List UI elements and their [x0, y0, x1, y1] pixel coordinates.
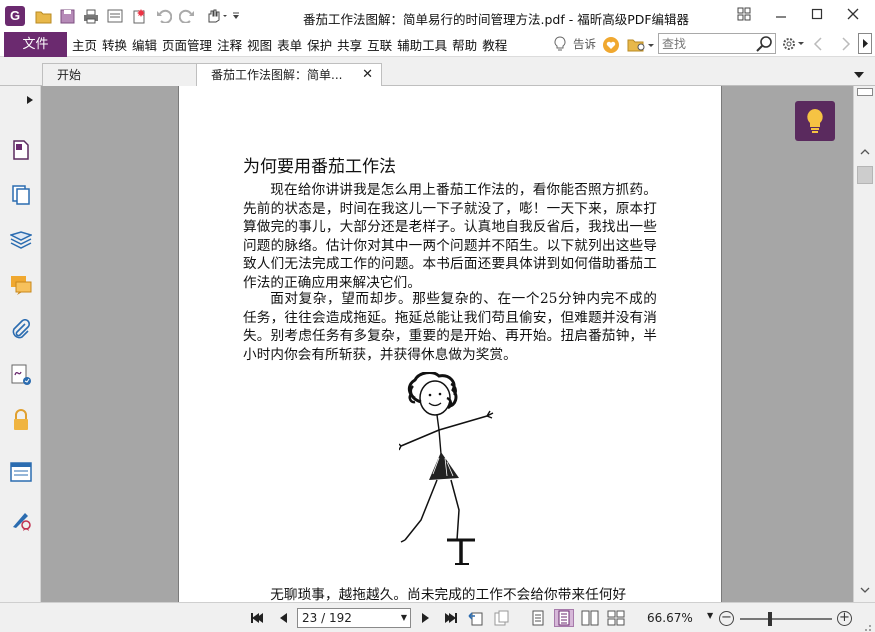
menu-connect[interactable]: 互联 — [367, 35, 392, 54]
paragraph-1: 现在给你讲讲我是怎么用上番茄工作法的，看你能否照方抓药。先前的状态是，时间在我这… — [243, 182, 657, 291]
form-fields-icon[interactable] — [9, 460, 33, 484]
page-number-value: 23 / 192 — [302, 611, 352, 625]
ribbon-tabs: 主页 转换 编辑 页面管理 注释 视图 表单 保护 共享 互联 辅助工具 帮助 … — [72, 32, 512, 57]
undo-icon[interactable] — [155, 7, 173, 25]
title-bar: G 番茄工作法图解：简单易行的时间管理方法.pdf - 福昕高级PDF编辑器 — [0, 0, 875, 32]
menu-comment[interactable]: 注释 — [217, 35, 242, 54]
close-window-icon[interactable] — [842, 5, 864, 23]
vertical-scrollbar[interactable] — [853, 86, 875, 602]
app-logo[interactable]: G — [5, 6, 25, 26]
feedback-heart-icon[interactable] — [602, 36, 620, 57]
tab-start[interactable]: 开始 — [42, 63, 198, 86]
zoom-level[interactable]: 66.67% — [647, 611, 693, 625]
last-page-icon[interactable] — [443, 610, 459, 626]
first-page-icon[interactable] — [249, 610, 265, 626]
facing-view-icon[interactable] — [580, 609, 600, 627]
menu-view[interactable]: 视图 — [247, 35, 272, 54]
single-page-view-icon[interactable] — [528, 609, 548, 627]
ribbon-display-icon[interactable] — [733, 5, 755, 23]
properties-icon[interactable] — [106, 7, 124, 25]
zoom-out-icon[interactable]: − — [719, 611, 734, 626]
stick-figure-illustration — [399, 372, 494, 565]
menu-tutorial[interactable]: 教程 — [482, 35, 507, 54]
ribbon-scroll-button[interactable] — [858, 33, 872, 54]
maximize-icon[interactable] — [806, 5, 828, 23]
signature-icon[interactable] — [9, 363, 33, 387]
lightbulb-icon — [554, 36, 566, 51]
menu-edit[interactable]: 编辑 — [132, 35, 157, 54]
zoom-slider-track[interactable] — [740, 618, 832, 620]
menu-convert[interactable]: 转换 — [102, 35, 127, 54]
next-view-icon[interactable] — [493, 610, 509, 626]
settings-gear-icon[interactable] — [781, 36, 807, 55]
redo-icon[interactable] — [178, 7, 196, 25]
minimize-icon[interactable] — [770, 5, 792, 23]
previous-view-icon[interactable] — [468, 610, 484, 626]
scrollbar-thumb[interactable] — [857, 166, 873, 184]
nav-prev-arrow-icon[interactable] — [813, 37, 823, 54]
paragraph-3: 无聊琐事，越拖越久。尚未完成的工作不会给你带来任何好 — [270, 587, 627, 602]
scroll-down-arrow-icon[interactable] — [859, 584, 871, 596]
zoom-dropdown-icon[interactable]: ▼ — [707, 611, 713, 620]
page-thumbnail-icon[interactable] — [9, 138, 33, 162]
nav-next-arrow-icon[interactable] — [841, 37, 851, 54]
paragraph-2: 面对复杂，望而却步。那些复杂的、在一个25分钟内完不成的任务，往往会造成拖延。拖… — [243, 291, 657, 363]
file-menu[interactable]: 文件 — [4, 32, 67, 57]
tab-document-label: 番茄工作法图解：简单... — [211, 68, 343, 82]
pages-icon[interactable] — [9, 183, 33, 207]
hand-tool-icon[interactable] — [203, 7, 229, 25]
open-folder-icon[interactable] — [34, 7, 52, 25]
customize-toolbar-icon[interactable] — [231, 7, 241, 25]
attachments-icon[interactable] — [9, 318, 33, 342]
next-page-icon[interactable] — [418, 610, 434, 626]
menu-home[interactable]: 主页 — [72, 35, 97, 54]
save-icon[interactable] — [58, 7, 76, 25]
find-folder-icon[interactable] — [627, 36, 655, 57]
zoom-slider-thumb[interactable] — [768, 612, 773, 626]
window-title: 番茄工作法图解：简单易行的时间管理方法.pdf - 福昕高级PDF编辑器 — [303, 12, 690, 27]
resize-grip-icon[interactable] — [862, 621, 872, 632]
lightbulb-icon — [807, 109, 823, 133]
new-document-icon[interactable] — [130, 7, 148, 25]
previous-page-icon[interactable] — [275, 610, 291, 626]
document-tab-bar: 开始 番茄工作法图解：简单... ✕ — [0, 57, 875, 86]
tab-list-dropdown-icon[interactable] — [853, 68, 865, 82]
page-number-field[interactable]: 23 / 192 ▼ — [297, 608, 411, 628]
tab-start-label: 开始 — [57, 68, 82, 82]
tab-document[interactable]: 番茄工作法图解：简单... ✕ — [196, 63, 382, 86]
layers-icon[interactable] — [9, 229, 33, 253]
menu-share[interactable]: 共享 — [337, 35, 362, 54]
search-box — [658, 33, 776, 54]
zoom-in-icon[interactable]: + — [837, 611, 852, 626]
split-view-handle[interactable] — [857, 88, 873, 96]
navigation-panel — [0, 86, 41, 602]
continuous-facing-view-icon[interactable] — [606, 609, 626, 627]
document-view[interactable]: 为何要用番茄工作法 现在给你讲讲我是怎么用上番茄工作法的，看你能否照方抓药。先前… — [41, 86, 853, 602]
menu-form[interactable]: 表单 — [277, 35, 302, 54]
close-tab-icon[interactable]: ✕ — [362, 64, 373, 86]
status-bar: 23 / 192 ▼ 66.67% ▼ − + — [0, 602, 875, 632]
expand-panel-icon[interactable] — [26, 94, 34, 108]
scroll-up-arrow-icon[interactable] — [859, 146, 871, 158]
menu-organize[interactable]: 页面管理 — [162, 35, 212, 54]
print-icon[interactable] — [82, 7, 100, 25]
tell-me[interactable]: 告诉 — [553, 36, 596, 52]
comments-icon[interactable] — [9, 273, 33, 297]
tell-me-label: 告诉 — [573, 37, 596, 51]
continuous-view-icon[interactable] — [554, 609, 574, 627]
menu-accessibility[interactable]: 辅助工具 — [397, 35, 447, 54]
page-heading: 为何要用番茄工作法 — [243, 157, 396, 177]
security-lock-icon[interactable] — [9, 408, 33, 432]
menu-protect[interactable]: 保护 — [307, 35, 332, 54]
tips-lightbulb-button[interactable] — [795, 101, 835, 141]
search-input[interactable] — [659, 34, 754, 53]
play-arrow-icon — [863, 39, 868, 48]
page-dropdown-icon[interactable]: ▼ — [401, 609, 407, 627]
pdf-page: 为何要用番茄工作法 现在给你讲讲我是怎么用上番茄工作法的，看你能否照方抓药。先前… — [178, 86, 722, 602]
menu-help[interactable]: 帮助 — [452, 35, 477, 54]
search-icon[interactable] — [756, 35, 773, 55]
sign-certificate-icon[interactable] — [9, 508, 33, 532]
